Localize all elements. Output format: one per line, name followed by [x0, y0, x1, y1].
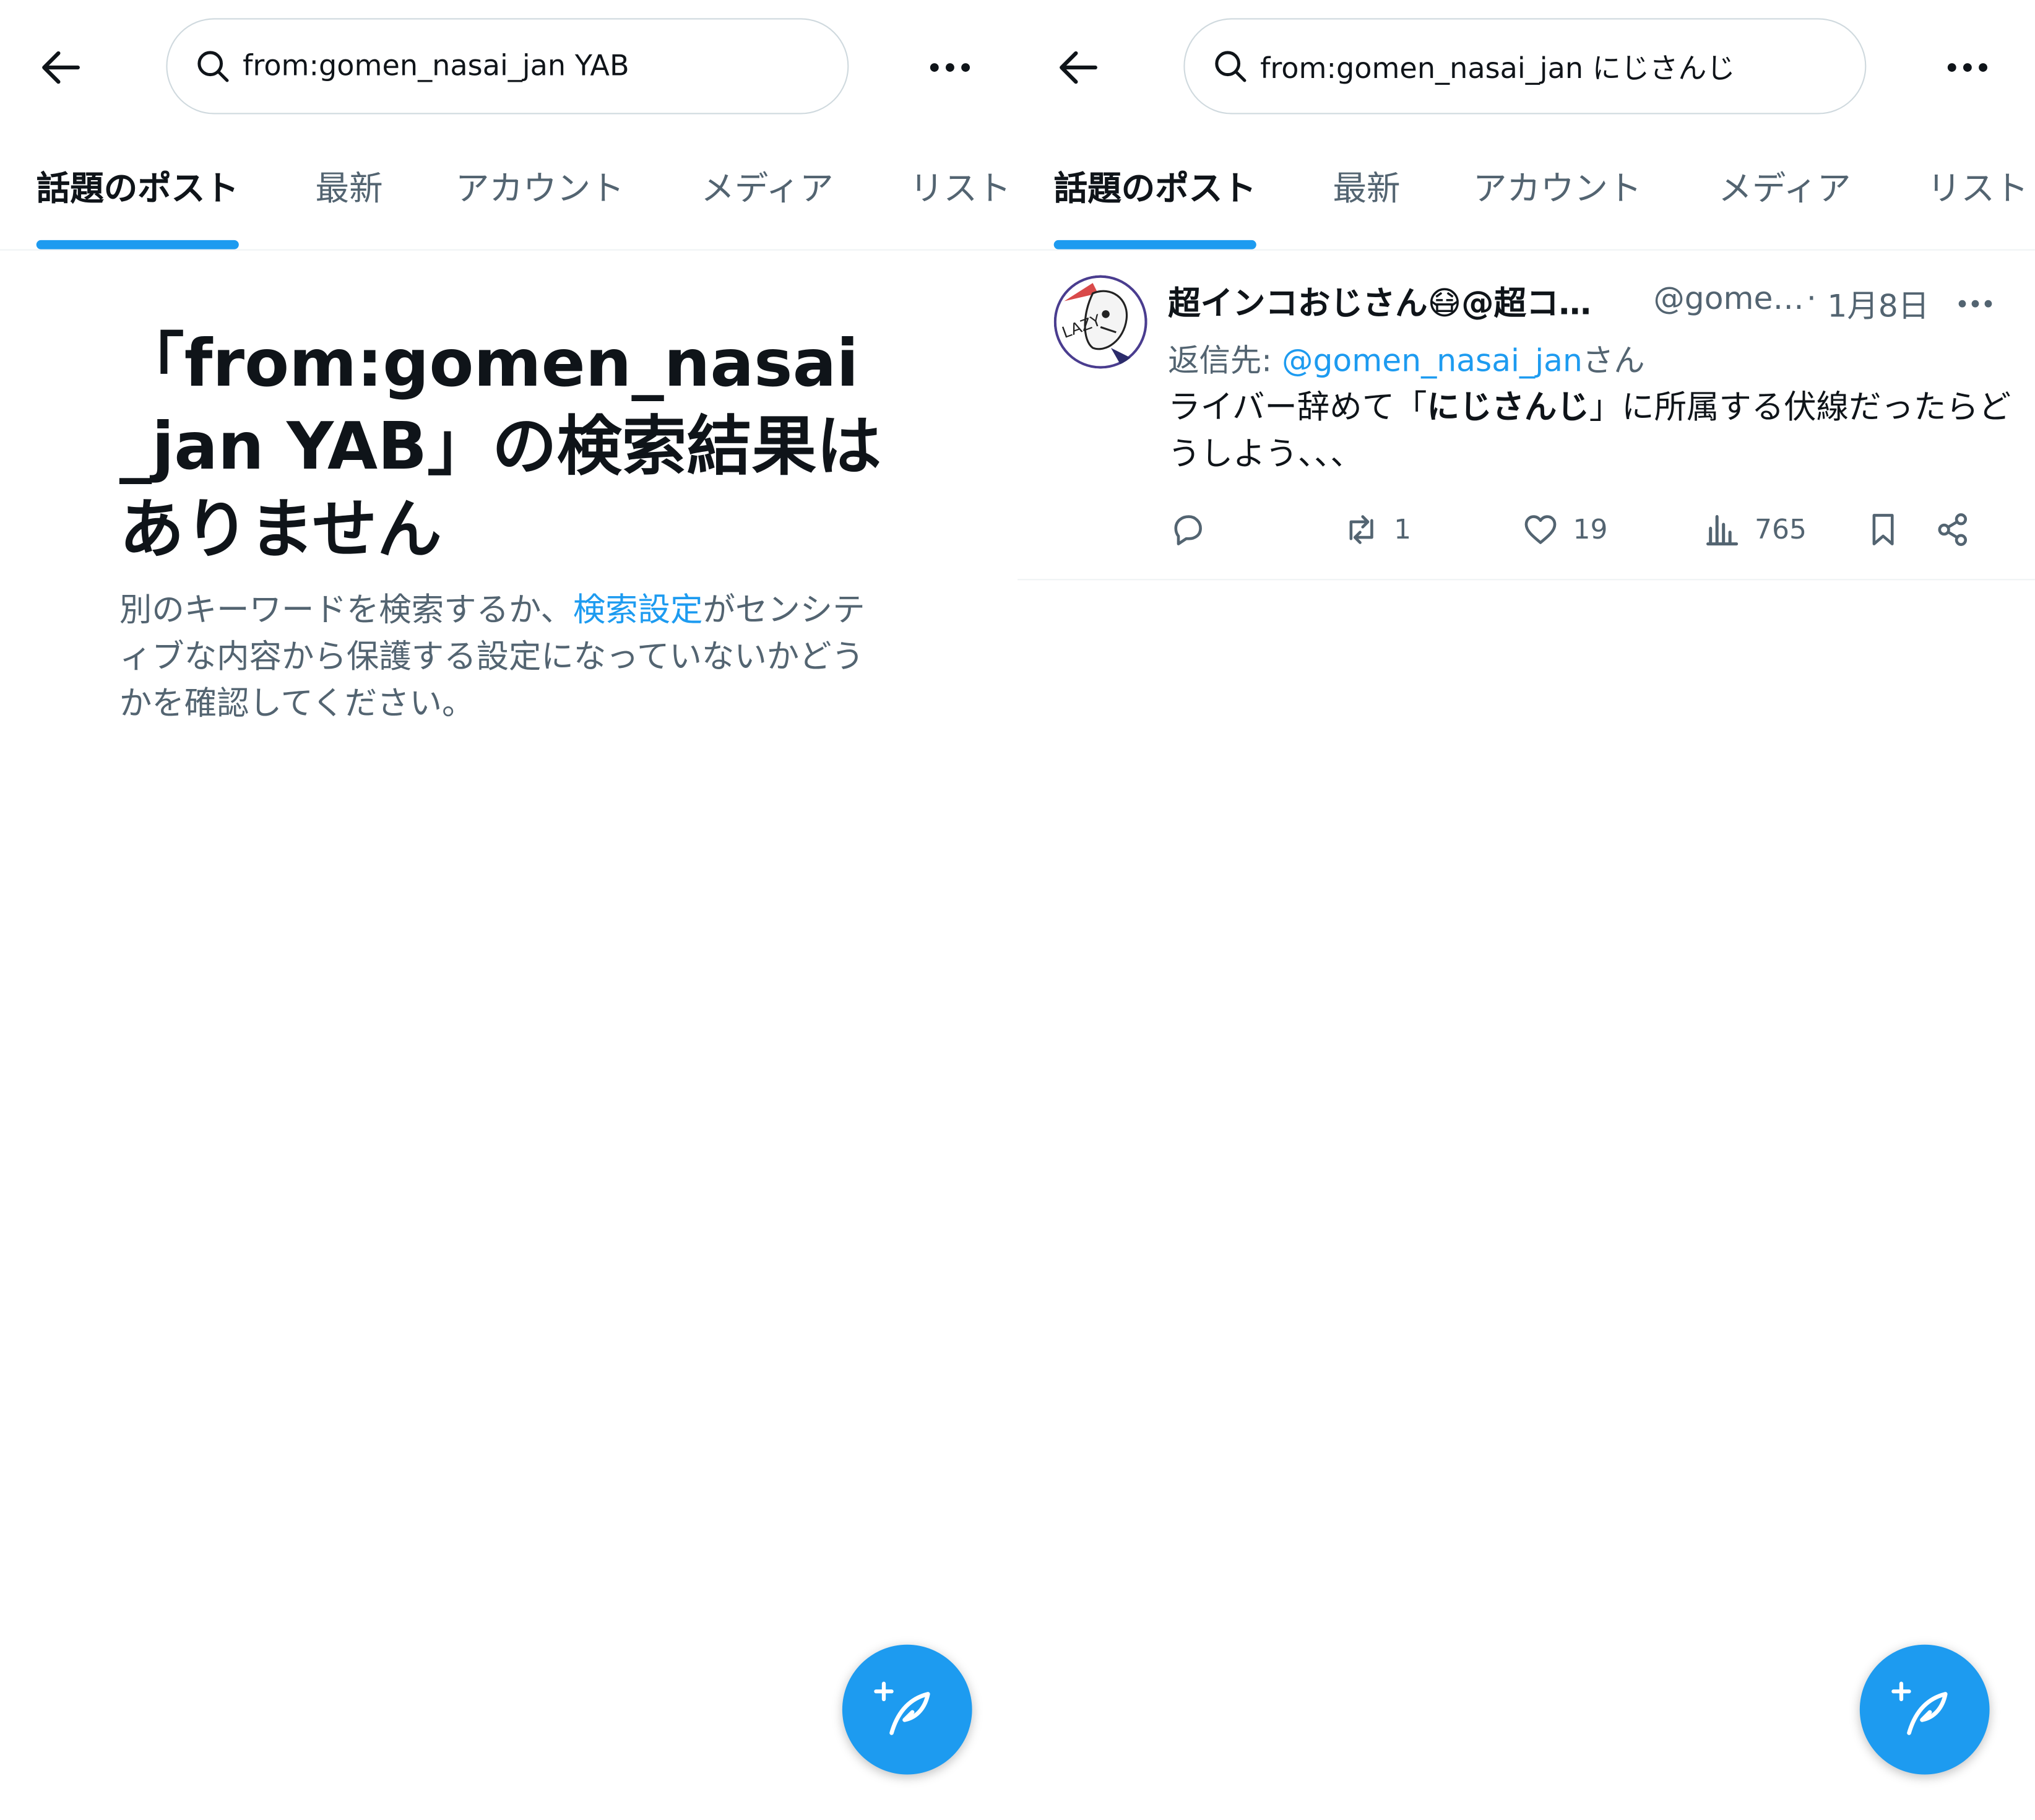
views-icon: [1706, 515, 1739, 546]
more-icon[interactable]: [1942, 50, 1994, 86]
like-icon: [1524, 515, 1557, 544]
retweet-count: 1: [1394, 514, 1412, 545]
compose-button[interactable]: [1859, 1644, 1990, 1775]
desc-text: 別のキーワードを検索するか、: [119, 591, 573, 628]
tweet-text-part: ライバー辞めて「: [1168, 388, 1427, 426]
avatar[interactable]: LAZY: [1053, 275, 1147, 369]
tweet-actions: 1 19 765: [1168, 504, 2011, 556]
no-results-description: 別のキーワードを検索するか、検索設定がセンシティブな内容から保護する設定になって…: [119, 587, 885, 727]
reply-icon: [1174, 515, 1202, 545]
reply-suffix: さん: [1582, 342, 1645, 379]
left-panel: from:gomen_nasai_jan YAB 話題のポスト 最新 アカウント…: [0, 0, 1017, 1820]
tab-lists[interactable]: リスト: [1927, 135, 2029, 249]
compose-icon: [874, 1681, 930, 1735]
reply-prefix: 返信先:: [1168, 342, 1282, 379]
search-icon: [197, 51, 229, 82]
no-results-title: 「from:gomen_nasai_jan YAB」の検索結果はありません: [119, 326, 882, 568]
share-button[interactable]: [1933, 504, 1972, 556]
search-query: from:gomen_nasai_jan にじさんじ: [1260, 53, 1735, 86]
retweet-button[interactable]: 1: [1342, 504, 1411, 556]
tab-latest[interactable]: 最新: [1333, 135, 1401, 249]
tab-accounts[interactable]: アカウント: [1473, 135, 1642, 249]
search-tabs: 話題のポスト 最新 アカウント メディア リスト: [0, 135, 1017, 251]
search-icon: [1215, 51, 1246, 82]
tab-label: リスト: [909, 170, 1011, 209]
search-tabs: 話題のポスト 最新 アカウント メディア リスト: [1017, 135, 2035, 251]
tweet-display-name[interactable]: 超インコおじさん😷@超コ…: [1168, 278, 1591, 324]
active-tab-indicator: [36, 240, 239, 249]
bookmark-button[interactable]: [1864, 504, 1903, 556]
tab-label: メディア: [701, 170, 834, 209]
tab-lists[interactable]: リスト: [910, 135, 1011, 249]
tweet-text: ライバー辞めて「にじさんじ」に所属する伏線だったらどうしよう、、、: [1168, 384, 2011, 478]
retweet-icon: [1349, 515, 1373, 544]
bookmark-icon: [1872, 514, 1894, 545]
active-tab-indicator: [1053, 240, 1256, 249]
tab-label: 話題のポスト: [1053, 170, 1256, 209]
like-button[interactable]: 19: [1521, 504, 1608, 556]
tab-label: アカウント: [1472, 170, 1642, 209]
back-arrow-icon[interactable]: [1051, 41, 1103, 93]
tab-media[interactable]: メディア: [1718, 135, 1851, 249]
views-button[interactable]: 765: [1703, 504, 1807, 556]
search-settings-link[interactable]: 検索設定: [573, 591, 703, 628]
tab-latest[interactable]: 最新: [316, 135, 383, 249]
tab-label: リスト: [1927, 170, 2029, 209]
compose-icon: [1891, 1681, 1948, 1735]
tab-label: 話題のポスト: [36, 170, 239, 209]
reply-context: 返信先: @gomen_nasai_janさん: [1168, 335, 1644, 380]
tweet[interactable]: LAZY 超インコおじさん😷@超コ… @gome… · 1月8日 返信先: @g…: [1017, 249, 2035, 581]
tweet-text-highlight: にじさんじ: [1427, 388, 1589, 426]
avatar-image: LAZY: [1053, 275, 1147, 369]
tweet-date[interactable]: 1月8日: [1827, 280, 1929, 326]
search-query: from:gomen_nasai_jan YAB: [243, 50, 629, 83]
tab-top-posts[interactable]: 話題のポスト: [36, 135, 239, 249]
reply-button[interactable]: [1168, 504, 1207, 556]
right-panel: from:gomen_nasai_jan にじさんじ 話題のポスト 最新 アカウ…: [1017, 0, 2035, 1820]
tweet-more-icon[interactable]: [1955, 291, 1996, 317]
tab-accounts[interactable]: アカウント: [456, 135, 624, 249]
tweet-handle[interactable]: @gome…: [1653, 280, 1804, 317]
tab-label: 最新: [315, 170, 383, 209]
tab-label: アカウント: [456, 170, 624, 209]
reply-to-link[interactable]: @gomen_nasai_jan: [1282, 343, 1583, 379]
share-icon: [1938, 513, 1968, 546]
back-arrow-icon[interactable]: [34, 41, 86, 93]
view-count: 765: [1755, 514, 1807, 545]
tab-media[interactable]: メディア: [701, 135, 833, 249]
more-icon[interactable]: [924, 50, 976, 86]
tab-label: メディア: [1718, 170, 1851, 209]
tab-top-posts[interactable]: 話題のポスト: [1053, 135, 1256, 249]
like-count: 19: [1573, 514, 1608, 545]
compose-button[interactable]: [842, 1644, 972, 1775]
tab-label: 最新: [1333, 170, 1401, 209]
search-input[interactable]: from:gomen_nasai_jan にじさんじ: [1183, 18, 1867, 115]
separator-dot: ·: [1806, 280, 1817, 317]
search-input[interactable]: from:gomen_nasai_jan YAB: [166, 18, 849, 115]
